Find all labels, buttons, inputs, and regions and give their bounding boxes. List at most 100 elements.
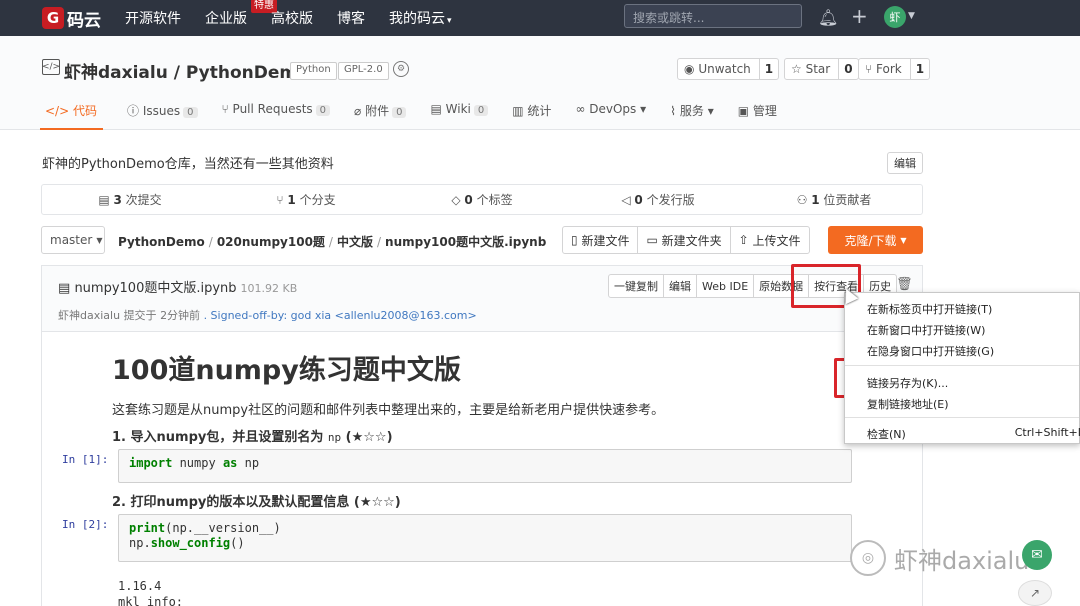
tab-code[interactable]: </> 代码 xyxy=(40,98,103,130)
heading-text: 2. 打印numpy的版本以及默认配置信息 xyxy=(112,495,350,510)
infinity-icon: ∞ xyxy=(575,102,586,116)
repo-title[interactable]: 虾神daxialu / PythonDemo xyxy=(64,58,309,83)
tab-services[interactable]: ⌇ 服务 ▾ xyxy=(670,98,714,130)
tab-wiki[interactable]: ▤ Wiki 0 xyxy=(430,98,489,130)
commit-author[interactable]: 虾神daxialu xyxy=(58,309,120,322)
notebook-intro: 这套练习题是从numpy社区的问题和邮件列表中整理出来的，主要是给新老用户提供快… xyxy=(112,403,665,418)
logo[interactable]: G 码云 xyxy=(42,6,101,31)
star-button[interactable]: ☆ Star 0 xyxy=(784,58,859,80)
nav-my-gitee-label: 我的码云 xyxy=(389,11,445,27)
code-cell[interactable]: print(np.__version__) np.show_config() xyxy=(118,514,852,562)
tab-pull-requests[interactable]: ⑂ Pull Requests 0 xyxy=(222,98,331,130)
top-nav: G 码云 开源软件 企业版 特惠 高校版 博客 我的码云 ▾ xyxy=(0,0,1080,36)
stat-label: 位贡献者 xyxy=(823,193,872,207)
trash-icon[interactable]: 🗑︎ xyxy=(896,277,913,292)
tab-count: 0 xyxy=(183,107,198,118)
tab-count: 0 xyxy=(315,105,331,116)
tab-label: 管理 xyxy=(752,104,777,118)
chevron-down-icon: ▾ xyxy=(447,16,452,26)
tab-label: 代码 xyxy=(72,104,97,118)
edit-file-button[interactable]: 编辑 xyxy=(664,275,697,297)
chevron-down-icon: ▾ xyxy=(707,104,714,118)
certificate-icon[interactable]: ⚙ xyxy=(393,61,409,77)
watch-button[interactable]: ◉ Unwatch 1 xyxy=(677,58,780,80)
folder-icon: ▭ xyxy=(646,233,658,247)
nav-blog[interactable]: 博客 xyxy=(337,8,365,28)
commit-message[interactable]: . Signed-off-by: god xia <allenlu2008@16… xyxy=(204,309,477,322)
code-text: numpy xyxy=(172,456,223,470)
bell-icon[interactable]: 🔔︎ xyxy=(818,8,838,27)
context-menu: 在新标签页中打开链接(T) 在新窗口中打开链接(W) 在隐身窗口中打开链接(G)… xyxy=(844,292,1080,444)
nav-university[interactable]: 高校版 xyxy=(271,8,313,28)
stat-branches[interactable]: ⑂ 1 个分支 xyxy=(218,191,394,208)
language-tag[interactable]: Python xyxy=(290,62,337,80)
button-label: 克隆/下载 xyxy=(844,233,897,248)
paperclip-icon: ⌀ xyxy=(354,104,362,118)
chat-bubble-icon[interactable]: ✉ xyxy=(1022,540,1052,570)
tab-manage[interactable]: ▣ 管理 xyxy=(738,98,777,130)
edit-description-button[interactable]: 编辑 xyxy=(887,152,923,174)
tab-devops[interactable]: ∞ DevOps ▾ xyxy=(575,98,646,130)
ctx-save-link-as[interactable]: 链接另存为(K)... xyxy=(867,375,1067,391)
nav-open-source[interactable]: 开源软件 xyxy=(125,8,181,28)
bar-chart-icon: ▥ xyxy=(512,104,524,118)
nav-enterprise[interactable]: 企业版 特惠 xyxy=(205,0,277,28)
commit-text: 提交于 xyxy=(123,309,157,322)
settings-icon: ▣ xyxy=(737,104,750,118)
stat-contributors[interactable]: ⚇ 1 位贡献者 xyxy=(746,191,922,208)
file-actions: ▯ 新建文件 ▭ 新建文件夹 ⇧ 上传文件 xyxy=(562,226,810,254)
ctx-copy-link[interactable]: 复制链接地址(E) xyxy=(867,396,1067,412)
external-link-icon[interactable]: ↗ xyxy=(1018,580,1052,606)
star-icon: ☆ xyxy=(791,62,802,76)
tab-count: 0 xyxy=(392,107,407,118)
ctx-separator xyxy=(845,365,1079,366)
plus-icon[interactable]: + xyxy=(851,4,868,28)
branch-selector[interactable]: master ▼ xyxy=(41,226,105,254)
search-input[interactable]: 搜索或跳转... xyxy=(624,4,802,28)
tab-issues[interactable]: ⓘ Issues 0 xyxy=(127,98,198,130)
new-file-button[interactable]: ▯ 新建文件 xyxy=(563,227,639,253)
fork-button[interactable]: ⑂ Fork 1 xyxy=(858,58,931,80)
web-ide-button[interactable]: Web IDE xyxy=(697,275,755,297)
ctx-open-incognito[interactable]: 在隐身窗口中打开链接(G) xyxy=(867,343,1067,359)
repo-header: </> 虾神daxialu / PythonDemo Python GPL-2.… xyxy=(0,36,1080,130)
chevron-down-icon[interactable]: ▼ xyxy=(908,11,915,21)
stat-num: 1 xyxy=(811,193,820,207)
clone-download-button[interactable]: 克隆/下载 ▼ xyxy=(828,226,923,254)
ctx-inspect[interactable]: 检查(N) Ctrl+Shift+I xyxy=(867,426,1080,442)
ctx-open-new-tab[interactable]: 在新标签页中打开链接(T) xyxy=(867,301,1067,317)
stat-commits[interactable]: ▤ 3 次提交 xyxy=(42,191,218,208)
ctx-separator xyxy=(845,417,1079,418)
breadcrumb-folder[interactable]: 020numpy100题 xyxy=(217,235,325,249)
breadcrumb-file: numpy100题中文版.ipynb xyxy=(385,235,547,249)
tab-stats[interactable]: ▥ 统计 xyxy=(512,98,551,130)
code-cell[interactable]: import numpy as np xyxy=(118,449,852,483)
code-repo-icon: </> xyxy=(42,59,60,75)
ctx-shortcut: Ctrl+Shift+I xyxy=(1014,426,1080,439)
new-folder-button[interactable]: ▭ 新建文件夹 xyxy=(638,227,731,253)
ctx-open-new-window[interactable]: 在新窗口中打开链接(W) xyxy=(867,322,1067,338)
release-icon: ◁ xyxy=(621,193,631,207)
breadcrumb-repo[interactable]: PythonDemo xyxy=(118,235,205,249)
commit-time: 2分钟前 xyxy=(160,309,201,322)
stat-num: 0 xyxy=(464,193,473,207)
breadcrumb-subfolder[interactable]: 中文版 xyxy=(337,235,373,249)
button-label: 新建文件夹 xyxy=(661,233,722,248)
stat-releases[interactable]: ◁ 0 个发行版 xyxy=(570,191,746,208)
license-tag[interactable]: GPL-2.0 xyxy=(338,62,389,80)
notebook-heading-2: 2. 打印numpy的版本以及默认配置信息 (★☆☆) xyxy=(112,491,401,510)
copy-button[interactable]: 一键复制 xyxy=(609,275,664,297)
upload-file-button[interactable]: ⇧ 上传文件 xyxy=(731,227,809,253)
file-size: 101.92 KB xyxy=(240,282,298,295)
repo-tabs: </> 代码 ⓘ Issues 0 ⑂ Pull Requests 0 ⌀ 附件 0 … xyxy=(40,98,801,130)
heading-text: 1. 导入numpy包，并且设置别名为 xyxy=(112,430,324,445)
logo-text: 码云 xyxy=(67,10,101,31)
nav-my-gitee[interactable]: 我的码云 ▾ xyxy=(389,8,452,28)
chevron-down-icon: ▾ xyxy=(640,102,647,116)
file-name-text: numpy100题中文版.ipynb xyxy=(74,281,237,296)
stat-tags[interactable]: ◇ 0 个标签 xyxy=(394,191,570,208)
stat-label: 次提交 xyxy=(125,193,162,207)
tab-attachments[interactable]: ⌀ 附件 0 xyxy=(354,98,407,130)
cell-prompt: In [1]: xyxy=(62,453,109,466)
avatar[interactable]: 虾 xyxy=(884,6,906,28)
